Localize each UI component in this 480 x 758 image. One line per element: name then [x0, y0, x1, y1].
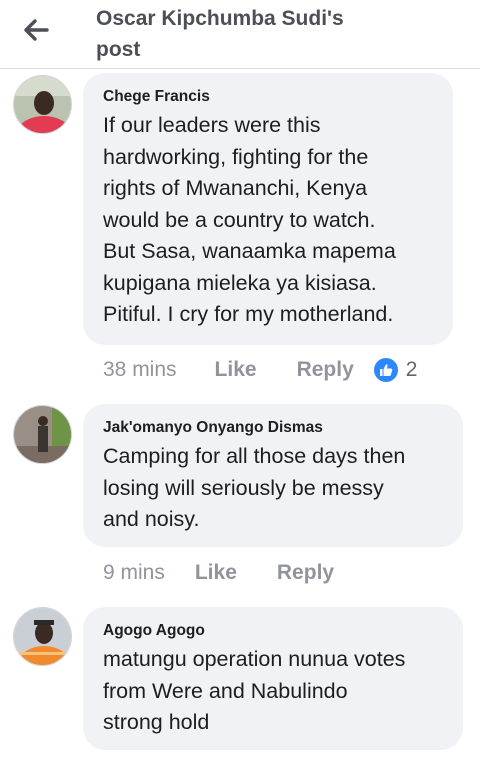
comment-text-line: matungu operation nunua votes — [103, 647, 406, 671]
comment-actions: 9 mins Like Reply — [103, 558, 374, 588]
comment-text-line: If our leaders were this — [103, 113, 321, 137]
page-title-line-2: post — [96, 38, 141, 61]
comment-text-line: hardworking, fighting for the — [103, 144, 369, 169]
avatar[interactable] — [13, 607, 72, 666]
avatar[interactable] — [13, 75, 72, 134]
comment-text: If our leaders were this hardworking, fi… — [103, 110, 433, 331]
comment-text-line: But Sasa, wanaamka mapema — [103, 239, 396, 263]
comment-author[interactable]: Jak'omanyo Onyango Dismas — [103, 418, 443, 438]
avatar-photo — [14, 608, 71, 665]
comment-bubble: Chege Francis If our leaders were this h… — [83, 73, 453, 345]
page-title-line-1: Oscar Kipchumba Sudi's — [96, 7, 344, 30]
page-title: Oscar Kipchumba Sudi's post — [96, 3, 436, 65]
comment-text-line: strong hold — [103, 710, 210, 734]
comment-bubble: Jak'omanyo Onyango Dismas Camping for al… — [83, 404, 463, 547]
avatar-photo — [14, 76, 71, 133]
comment-timestamp[interactable]: 9 mins — [103, 561, 165, 585]
post-header: Oscar Kipchumba Sudi's post — [0, 0, 480, 69]
reply-button[interactable]: Reply — [297, 358, 354, 382]
comment-author[interactable]: Chege Francis — [103, 87, 433, 107]
comment-author[interactable]: Agogo Agogo — [103, 621, 443, 641]
comment-text-line: losing will seriously be messy — [103, 475, 384, 500]
comment-text-line: kupigana mieleka ya kisiasa. — [103, 270, 377, 295]
comment-text-line: from Were and Nabulindo — [103, 678, 348, 703]
like-button[interactable]: Like — [195, 561, 237, 585]
comment-text-line: Camping for all those days then — [103, 444, 406, 468]
like-thumb-icon — [373, 358, 398, 382]
comment-actions: 38 mins Like Reply 2 — [103, 355, 417, 385]
like-button[interactable]: Like — [215, 358, 257, 382]
reply-button[interactable]: Reply — [277, 561, 334, 585]
avatar-photo — [14, 406, 71, 463]
reaction-count: 2 — [405, 358, 418, 381]
comment-bubble: Agogo Agogo matungu operation nunua vote… — [83, 607, 463, 750]
comment-text-line: rights of Mwananchi, Kenya — [103, 176, 368, 200]
comment-text-line: would be a country to watch. — [103, 207, 376, 232]
comment-timestamp[interactable]: 38 mins — [103, 358, 177, 382]
comment-text-line: Pitiful. I cry for my motherland. — [103, 302, 394, 326]
comment-text-line: and noisy. — [103, 507, 200, 531]
back-button[interactable] — [14, 12, 58, 48]
arrow-left-icon — [24, 19, 49, 41]
comment-text: matungu operation nunua votes from Were … — [103, 644, 443, 739]
reaction-summary[interactable]: 2 — [373, 358, 418, 382]
avatar[interactable] — [13, 405, 72, 464]
comment-text: Camping for all those days then losing w… — [103, 441, 443, 536]
